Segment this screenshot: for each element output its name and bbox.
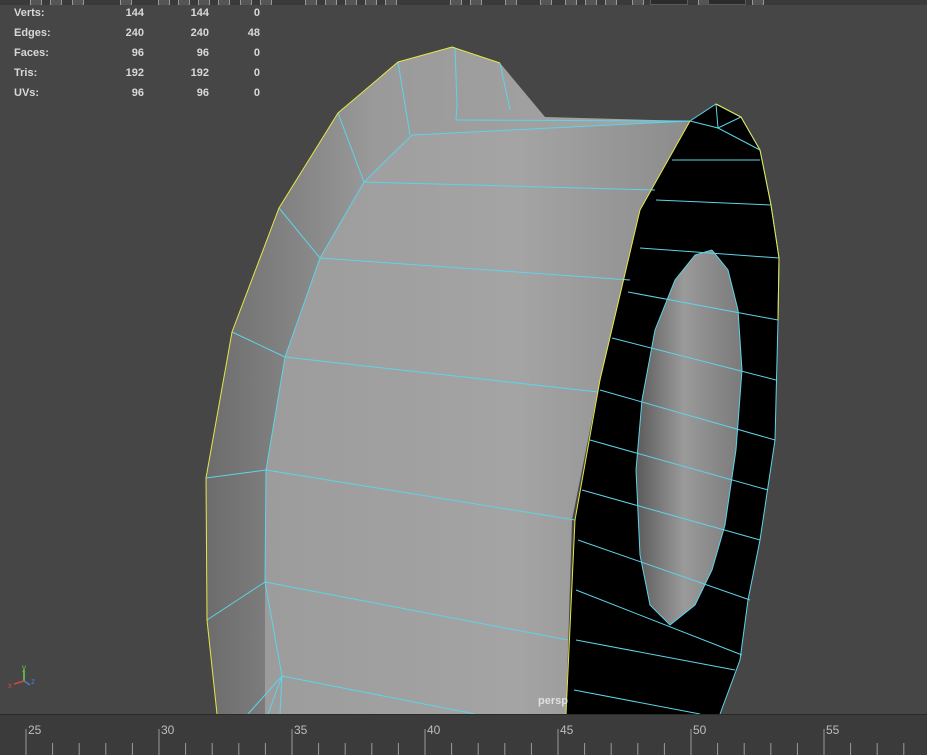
ruler-frame-label: 30 [161, 723, 175, 737]
gamma-icon[interactable] [752, 0, 764, 5]
tool-icon[interactable] [345, 0, 357, 5]
hud-value: 0 [253, 7, 260, 19]
hud-row-verts: Verts: 144 144 0 [14, 7, 274, 27]
hud-value: 48 [247, 27, 260, 39]
hud-value: 0 [253, 87, 260, 99]
tool-icon[interactable] [585, 0, 597, 5]
hud-label: Faces: [14, 47, 49, 59]
hud-value: 192 [190, 67, 209, 79]
tool-icon[interactable] [218, 0, 230, 5]
tool-icon[interactable] [605, 0, 617, 5]
hud-value: 96 [131, 47, 144, 59]
ruler-frame-label: 25 [28, 723, 42, 737]
tool-icon[interactable] [325, 0, 337, 5]
3d-viewport[interactable]: Verts: 144 144 0 Edges: 240 240 48 Faces… [0, 0, 927, 714]
hud-row-tris: Tris: 192 192 0 [14, 67, 274, 87]
poly-count-hud: Verts: 144 144 0 Edges: 240 240 48 Faces… [14, 7, 274, 107]
time-slider[interactable]: 2530354045505560657075808590 [0, 714, 927, 755]
ruler-frame-label: 40 [427, 723, 441, 737]
tool-icon[interactable] [30, 0, 42, 5]
tool-icon[interactable] [305, 0, 317, 5]
hud-value: 240 [190, 27, 209, 39]
tool-icon[interactable] [632, 0, 644, 5]
axis-z-label: z [31, 677, 35, 686]
ruler-frame-label: 50 [693, 723, 707, 737]
tool-icon[interactable] [260, 0, 272, 5]
tool-icon[interactable] [178, 0, 190, 5]
hud-value: 144 [125, 7, 144, 19]
hud-value: 96 [131, 87, 144, 99]
hud-value: 96 [196, 87, 209, 99]
tool-icon[interactable] [72, 0, 84, 5]
tool-icon[interactable] [365, 0, 377, 5]
value-field[interactable] [650, 0, 688, 5]
tool-icon[interactable] [470, 0, 482, 5]
viewport-scene[interactable] [0, 0, 927, 714]
hud-row-uvs: UVs: 96 96 0 [14, 87, 274, 107]
ruler-frame-label: 55 [826, 723, 840, 737]
hud-value: 0 [253, 67, 260, 79]
hud-value: 96 [196, 47, 209, 59]
ruler-frame-label: 45 [560, 723, 574, 737]
axis-y-label: y [22, 663, 26, 672]
axis-x-label: x [8, 681, 12, 690]
tool-icon[interactable] [198, 0, 210, 5]
tool-icon[interactable] [565, 0, 577, 5]
hud-value: 192 [125, 67, 144, 79]
hud-row-faces: Faces: 96 96 0 [14, 47, 274, 67]
tool-icon[interactable] [540, 0, 552, 5]
hud-row-edges: Edges: 240 240 48 [14, 27, 274, 47]
shelf-toolbar [0, 0, 927, 5]
tool-icon[interactable] [240, 0, 252, 5]
hud-label: UVs: [14, 87, 40, 99]
camera-name-label: persp [538, 695, 568, 707]
hud-label: Tris: [14, 67, 38, 79]
hud-value: 240 [125, 27, 144, 39]
axis-gizmo-icon: y x z [8, 663, 35, 690]
tool-icon[interactable] [385, 0, 397, 5]
ruler-frame-label: 35 [294, 723, 308, 737]
tool-icon[interactable] [505, 0, 517, 5]
value-field[interactable] [708, 0, 746, 5]
tool-icon[interactable] [50, 0, 62, 5]
hud-value: 144 [190, 7, 209, 19]
hud-label: Edges: [14, 27, 51, 39]
hud-label: Verts: [14, 7, 45, 19]
time-ruler[interactable]: 2530354045505560657075808590 [0, 715, 927, 755]
tool-icon[interactable] [120, 0, 132, 5]
tool-icon[interactable] [450, 0, 462, 5]
tool-icon[interactable] [158, 0, 170, 5]
hud-value: 0 [253, 47, 260, 59]
